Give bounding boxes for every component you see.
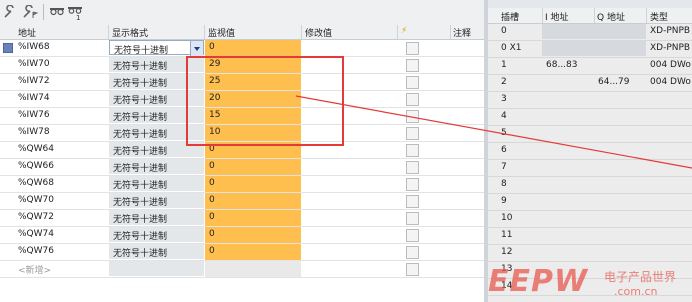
watermark-logo: EEPW: [488, 264, 589, 299]
watermark-cn: 电子产品世界: [604, 270, 677, 284]
annotation-line: [295, 95, 692, 169]
watermark: EEPW 电子产品世界 .com.cn: [480, 262, 692, 302]
watermark-url: .com.cn: [614, 285, 658, 298]
